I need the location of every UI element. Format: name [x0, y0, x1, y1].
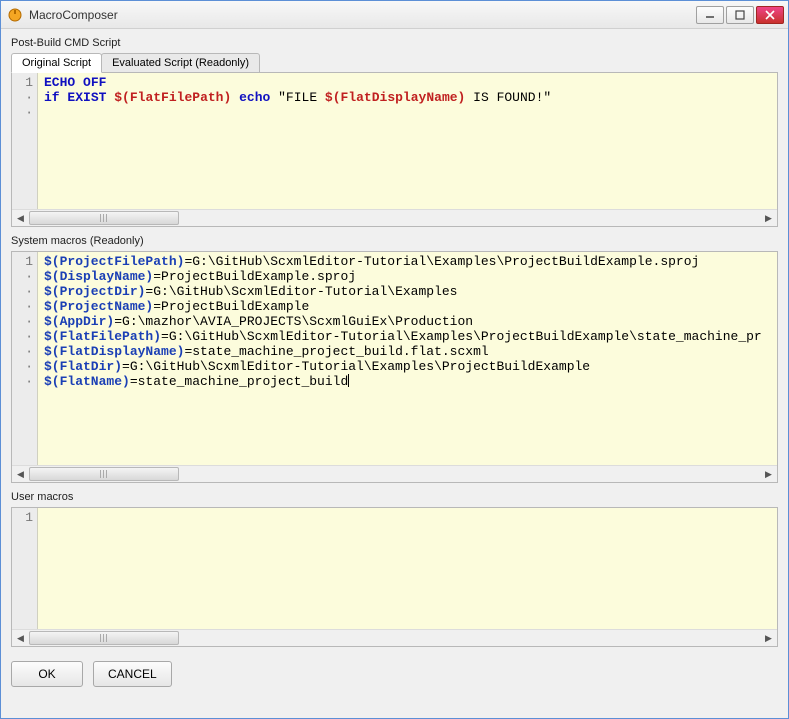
app-window: MacroComposer Post-Build CMD Script Orig… [0, 0, 789, 719]
tab-evaluated-script[interactable]: Evaluated Script (Readonly) [101, 53, 260, 73]
scroll-right-icon[interactable]: ▶ [760, 630, 777, 647]
post-build-label: Post-Build CMD Script [11, 37, 778, 49]
scroll-left-icon[interactable]: ◀ [12, 630, 29, 647]
original-script-code-area[interactable]: 1 · · ECHO OFF if EXIST $(FlatFilePath) … [12, 73, 777, 209]
ok-button[interactable]: OK [11, 661, 83, 687]
scroll-thumb[interactable] [29, 631, 179, 645]
user-macros-code-area[interactable]: 1 [12, 508, 777, 629]
titlebar[interactable]: MacroComposer [1, 1, 788, 29]
original-script-gutter: 1 · · [12, 73, 38, 209]
maximize-icon [735, 10, 745, 20]
window-controls [696, 6, 784, 24]
scroll-right-icon[interactable]: ▶ [760, 466, 777, 483]
scroll-thumb[interactable] [29, 211, 179, 225]
user-macros-code[interactable] [38, 508, 777, 629]
system-macros-label: System macros (Readonly) [11, 235, 778, 247]
minimize-icon [705, 10, 715, 20]
close-button[interactable] [756, 6, 784, 24]
app-icon [7, 7, 23, 23]
scroll-left-icon[interactable]: ◀ [12, 466, 29, 483]
dialog-buttons: OK CANCEL [11, 661, 778, 687]
user-macros-hscrollbar[interactable]: ◀ ▶ [12, 629, 777, 646]
system-macros-hscrollbar[interactable]: ◀ ▶ [12, 465, 777, 482]
tab-original-script[interactable]: Original Script [11, 53, 102, 73]
scroll-track[interactable] [29, 630, 760, 646]
system-macros-editor: 1 · · · · · · · · $(ProjectFilePath)=G:\… [11, 251, 778, 483]
system-macros-code-area[interactable]: 1 · · · · · · · · $(ProjectFilePath)=G:\… [12, 252, 777, 465]
scroll-track[interactable] [29, 210, 760, 226]
cancel-button[interactable]: CANCEL [93, 661, 172, 687]
scroll-track[interactable] [29, 466, 760, 482]
script-tabs: Original Script Evaluated Script (Readon… [11, 53, 778, 73]
user-macros-editor: 1 ◀ ▶ [11, 507, 778, 647]
window-title: MacroComposer [29, 8, 696, 22]
close-icon [765, 10, 775, 20]
maximize-button[interactable] [726, 6, 754, 24]
scroll-right-icon[interactable]: ▶ [760, 210, 777, 227]
original-script-hscrollbar[interactable]: ◀ ▶ [12, 209, 777, 226]
minimize-button[interactable] [696, 6, 724, 24]
content-area: Post-Build CMD Script Original Script Ev… [1, 29, 788, 718]
system-macros-gutter: 1 · · · · · · · · [12, 252, 38, 465]
user-macros-label: User macros [11, 491, 778, 503]
user-macros-gutter: 1 [12, 508, 38, 629]
scroll-thumb[interactable] [29, 467, 179, 481]
scroll-left-icon[interactable]: ◀ [12, 210, 29, 227]
original-script-code[interactable]: ECHO OFF if EXIST $(FlatFilePath) echo "… [38, 73, 777, 209]
system-macros-code[interactable]: $(ProjectFilePath)=G:\GitHub\ScxmlEditor… [38, 252, 777, 465]
original-script-editor: 1 · · ECHO OFF if EXIST $(FlatFilePath) … [11, 72, 778, 227]
